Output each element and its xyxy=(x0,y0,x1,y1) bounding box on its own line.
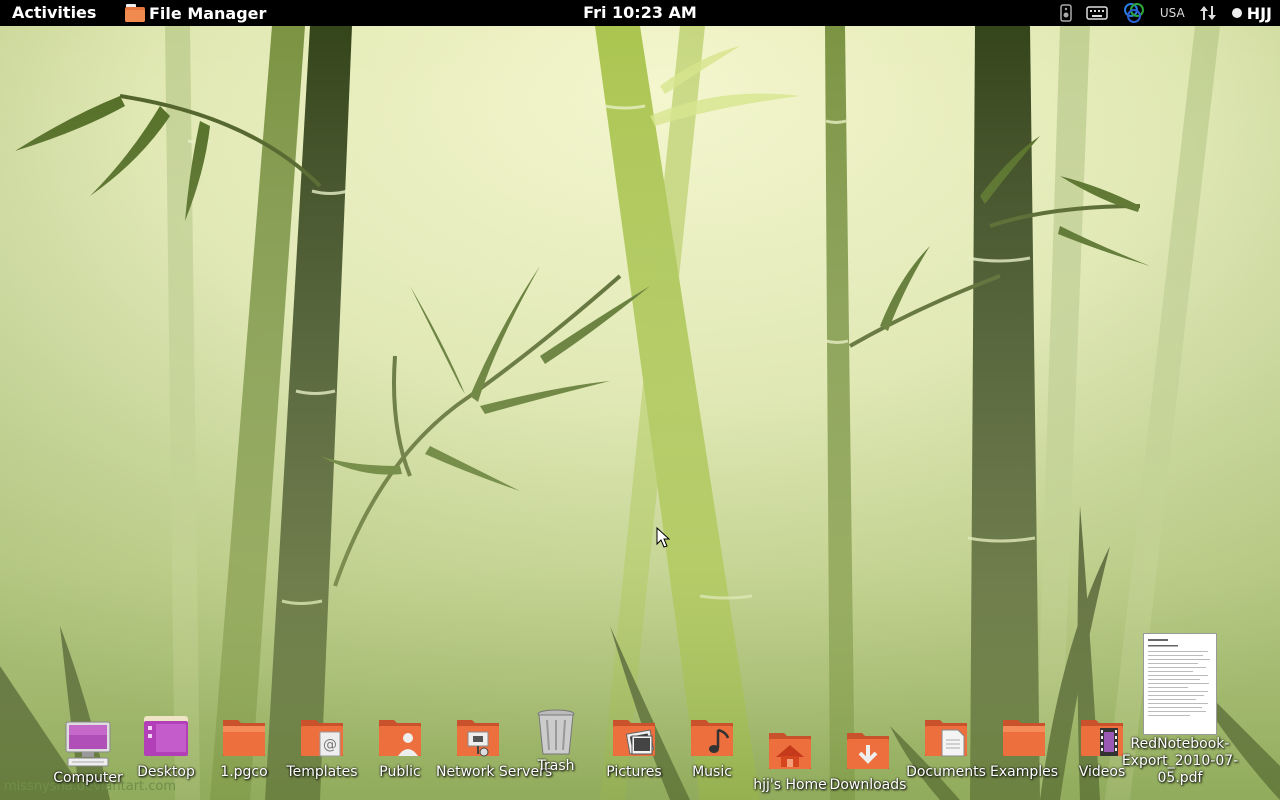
speaker-icon[interactable] xyxy=(1060,4,1072,22)
desktop-icon-examples[interactable]: Examples xyxy=(982,714,1066,781)
file-manager-icon xyxy=(124,2,146,24)
user-name: HJJ xyxy=(1246,3,1272,23)
computer-icon xyxy=(64,720,112,768)
desktop-icon-label: Documents xyxy=(906,764,986,780)
pictures-folder-icon xyxy=(610,714,658,762)
user-status-icon xyxy=(1231,8,1242,18)
desktop-icon-templates[interactable]: @ Templates xyxy=(280,714,364,781)
activities-button[interactable]: Activities xyxy=(12,3,96,22)
keyboard-layout-indicator[interactable]: USA xyxy=(1160,6,1185,20)
desktop-icon-computer[interactable]: Computer xyxy=(46,720,130,787)
desktop-icon-label: Pictures xyxy=(606,764,662,780)
desktop-icon-label: Network Servers xyxy=(436,764,553,780)
desktop-icon-label: Desktop xyxy=(137,764,195,780)
clock-button[interactable]: Fri 10:23 AM xyxy=(583,3,697,22)
mouse-pointer-icon xyxy=(656,527,670,548)
desktop-icon-label: Examples xyxy=(989,764,1059,780)
desktop-icon-1-pgco[interactable]: 1.pgco xyxy=(202,714,286,781)
desktop-icon-pdf[interactable]: RedNotebook-Export_2010-07-05.pdf xyxy=(1116,633,1244,787)
desktop-icon-label: Templates xyxy=(286,764,358,780)
bamboo-wallpaper xyxy=(0,26,1280,800)
folder-icon xyxy=(220,714,268,762)
network-servers-icon xyxy=(454,714,502,762)
app-menu-label: File Manager xyxy=(149,3,267,23)
examples-folder-icon xyxy=(1000,714,1048,762)
desktop-icon-label: Downloads xyxy=(829,777,907,793)
desktop-icon-pictures[interactable]: Pictures xyxy=(592,714,676,781)
network-icon[interactable] xyxy=(1199,4,1217,22)
system-tray: USA HJJ xyxy=(1060,0,1272,26)
desktop-icon-label: Computer xyxy=(53,770,123,786)
desktop-icon-label: 1.pgco xyxy=(220,764,268,780)
desktop-icon-label: Trash xyxy=(537,758,575,774)
desktop-icon-trash[interactable]: Trash xyxy=(514,708,598,775)
trash-icon xyxy=(532,708,580,756)
home-folder-icon xyxy=(766,727,814,775)
svg-text:@: @ xyxy=(323,737,337,753)
desktop-icon-documents[interactable]: Documents xyxy=(904,714,988,781)
desktop-icon-label: Public xyxy=(379,764,421,780)
user-menu-button[interactable]: HJJ xyxy=(1231,4,1272,23)
desktop-icon-public[interactable]: Public xyxy=(358,714,442,781)
pdf-thumbnail-icon xyxy=(1143,633,1217,735)
desktop-icon-label: Music xyxy=(692,764,732,780)
documents-folder-icon xyxy=(922,714,970,762)
desktop-icon-desktop[interactable]: Desktop xyxy=(124,714,208,781)
desktop-icon-home[interactable]: hjj's Home xyxy=(748,727,832,794)
downloads-folder-icon xyxy=(844,727,892,775)
public-folder-icon xyxy=(376,714,424,762)
desktop-icon-network-servers[interactable]: Network Servers xyxy=(436,714,553,781)
templates-folder-icon: @ xyxy=(298,714,346,762)
music-folder-icon xyxy=(688,714,736,762)
desktop-icon-label: RedNotebook-Export_2010-07-05.pdf xyxy=(1121,736,1239,786)
color-settings-icon[interactable] xyxy=(1122,2,1146,24)
desktop-icon-downloads[interactable]: Downloads xyxy=(826,727,910,794)
desktop-folder-icon xyxy=(142,714,190,762)
desktop-icon-music[interactable]: Music xyxy=(670,714,754,781)
app-menu-button[interactable]: File Manager xyxy=(124,0,266,26)
top-panel: Activities File Manager Fri 10:23 AM USA… xyxy=(0,0,1280,26)
keyboard-icon[interactable] xyxy=(1086,5,1108,21)
desktop-icon-label: hjj's Home xyxy=(753,777,827,793)
